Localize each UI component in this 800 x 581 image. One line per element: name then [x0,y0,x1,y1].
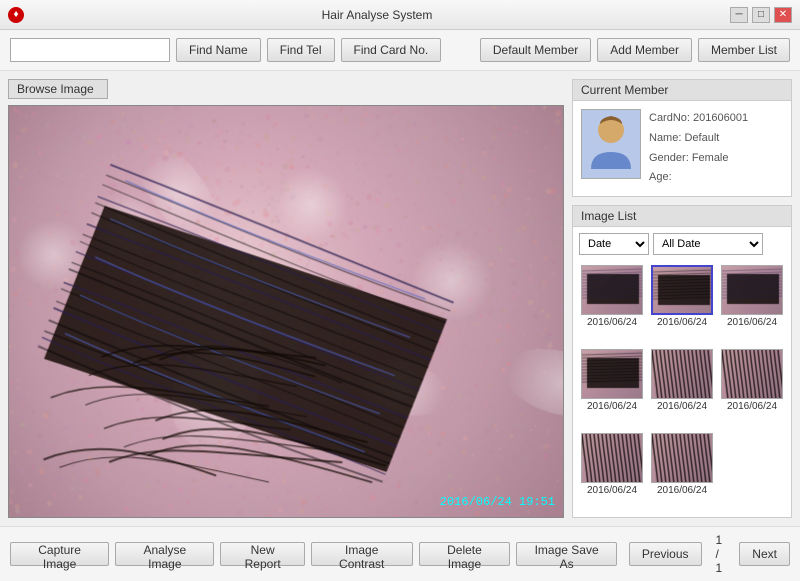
window-title: Hair Analyse System [24,8,730,22]
thumb-date: 2016/06/24 [657,401,707,412]
window-controls: ─ □ ✕ [730,7,792,23]
find-tel-button[interactable]: Find Tel [267,38,335,62]
browse-label: Browse Image [8,79,108,99]
thumb-date: 2016/06/24 [657,485,707,496]
bottom-toolbar: Capture Image Analyse Image New Report I… [0,526,800,581]
thumbnails-grid: 2016/06/24 2016/06/24 2016/06/24 2016/06/24… [573,261,791,517]
list-item[interactable]: 2016/06/24 [579,265,645,345]
thumb-date: 2016/06/24 [587,485,637,496]
delete-image-button[interactable]: Delete Image [419,542,511,566]
previous-button[interactable]: Previous [629,542,702,566]
date-filter-select[interactable]: Date [579,233,649,255]
main-content: Browse Image 2016/06/24 19:51 Current Me… [0,71,800,526]
title-bar: ♦ Hair Analyse System ─ □ ✕ [0,0,800,30]
search-input[interactable] [10,38,170,62]
thumb-date: 2016/06/24 [587,317,637,328]
member-list-button[interactable]: Member List [698,38,790,62]
image-display: 2016/06/24 19:51 [8,105,564,518]
maximize-button[interactable]: □ [752,7,770,23]
app-icon: ♦ [8,7,24,23]
thumb-date: 2016/06/24 [657,317,707,328]
find-name-button[interactable]: Find Name [176,38,261,62]
list-item[interactable]: 2016/06/24 [719,349,785,429]
list-item[interactable]: 2016/06/24 [649,433,715,513]
list-item[interactable]: 2016/06/24 [579,433,645,513]
left-panel: Browse Image 2016/06/24 19:51 [8,79,564,518]
avatar [581,109,641,179]
name-value: Default [684,132,719,144]
current-member-section: Current Member CardNo: 201606001 [572,79,792,197]
thumb-date: 2016/06/24 [587,401,637,412]
find-card-button[interactable]: Find Card No. [341,38,442,62]
hair-image-canvas [9,106,563,517]
next-button[interactable]: Next [739,542,790,566]
top-toolbar: Find Name Find Tel Find Card No. Default… [0,30,800,71]
analyse-image-button[interactable]: Analyse Image [115,542,214,566]
member-info: CardNo: 201606001 Name: Default Gender: … [573,101,791,196]
filter-row: Date All Date [573,227,791,261]
gender-row: Gender: Female [649,149,748,169]
close-button[interactable]: ✕ [774,7,792,23]
card-no-row: CardNo: 201606001 [649,109,748,129]
image-timestamp: 2016/06/24 19:51 [440,495,555,509]
list-item[interactable]: 2016/06/24 [579,349,645,429]
list-item[interactable]: 2016/06/24 [649,265,715,345]
age-row: Age: [649,168,748,188]
card-no-value: 201606001 [693,112,748,124]
list-item[interactable]: 2016/06/24 [649,349,715,429]
member-details: CardNo: 201606001 Name: Default Gender: … [649,109,748,188]
minimize-button[interactable]: ─ [730,7,748,23]
image-contrast-button[interactable]: Image Contrast [311,542,413,566]
thumb-date: 2016/06/24 [727,317,777,328]
name-row: Name: Default [649,129,748,149]
default-member-button[interactable]: Default Member [480,38,591,62]
image-save-as-button[interactable]: Image Save As [516,542,616,566]
add-member-button[interactable]: Add Member [597,38,692,62]
right-panel: Current Member CardNo: 201606001 [572,79,792,518]
list-item[interactable]: 2016/06/24 [719,265,785,345]
current-member-header: Current Member [573,80,791,101]
new-report-button[interactable]: New Report [220,542,304,566]
capture-image-button[interactable]: Capture Image [10,542,109,566]
gender-value: Female [692,152,729,164]
image-list-section: Image List Date All Date 2016/06/242016/… [572,205,792,518]
all-date-filter-select[interactable]: All Date [653,233,763,255]
thumb-date: 2016/06/24 [727,401,777,412]
image-list-header: Image List [573,206,791,227]
